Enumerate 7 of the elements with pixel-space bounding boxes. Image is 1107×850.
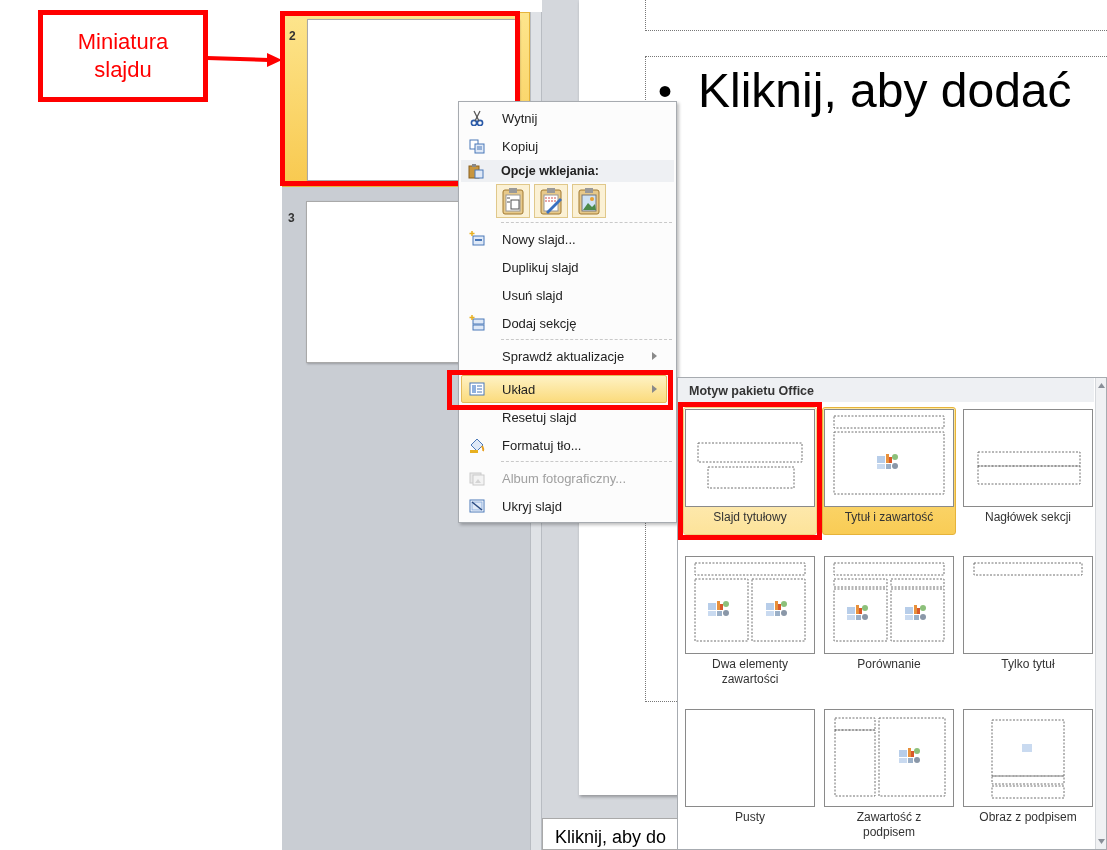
placeholder-text: Kliknij, aby dodać [698,65,1072,117]
notes-text: Kliknij, aby do [555,827,667,847]
bullet: • [658,68,672,115]
gallery-header: Motyw pakietu Office [678,378,1094,402]
annotation-label: Miniatura slajdu [76,28,170,84]
slide-number: 2 [289,28,297,43]
slide-number: 3 [288,210,296,225]
